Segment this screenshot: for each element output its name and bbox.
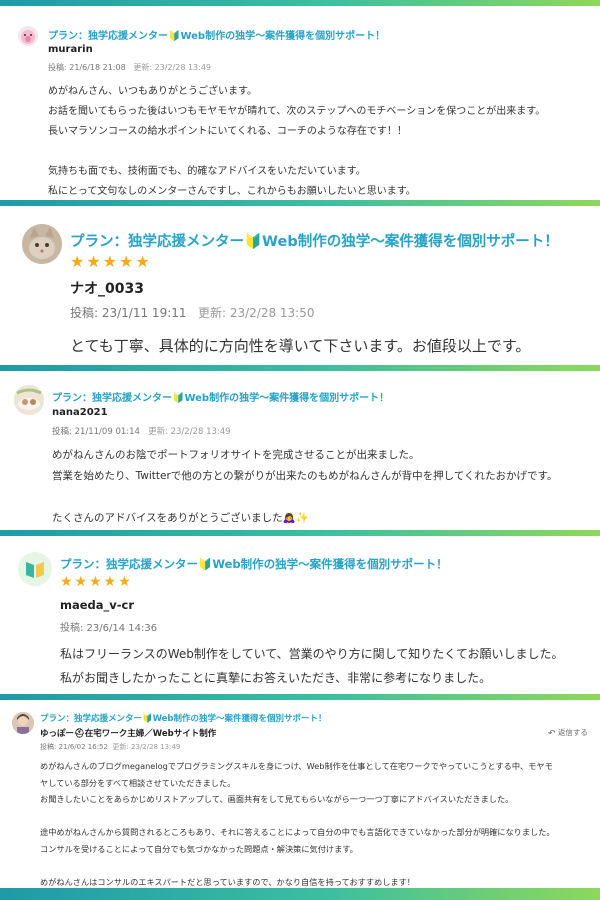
review-text-line: [40, 857, 555, 874]
review-text-line: めがねんさんのお陰でポートフォリオサイトを完成させることが出来ました。: [52, 449, 420, 461]
review-text-line: 私はフリーランスのWeb制作をしていて、営業のやり方に関して知りたくてお願いしま…: [60, 647, 564, 661]
review-text-line: とても丁寧、具体的に方向性を導いて下さいます。お値段以上です。: [70, 337, 531, 355]
review-dates: 投稿: 21/11/09 01:14 更新: 23/2/28 13:49: [52, 427, 231, 437]
reviewer-name[interactable]: ナオ_0033: [70, 278, 144, 298]
photo-avatar-icon: [14, 385, 44, 415]
review-text-line: [48, 142, 545, 162]
plan-name[interactable]: プラン：独学応援メンター🔰Web制作の独学〜案件獲得を個別サポート！: [60, 556, 448, 572]
review-text-line: たくさんのアドバイスをありがとうございました🙇‍♀️✨: [52, 512, 309, 524]
cat-avatar-icon: [22, 224, 62, 264]
reviewer-name[interactable]: ゆっぽー⛑在宅ワーク主婦／Webサイト制作: [40, 727, 216, 739]
reviewer-name[interactable]: murarin: [48, 44, 93, 55]
review-text-line: [52, 487, 557, 508]
review-body: めがねんさん、いつもありがとうございます。 お話を聞いてもらった後はいつもモヤモ…: [48, 82, 545, 200]
divider-bar: [0, 888, 600, 900]
reply-label: 返信する: [557, 728, 588, 737]
review-body: めがねんさんのお陰でポートフォリオサイトを完成させることが出来ました。 営業を始…: [52, 445, 557, 529]
review-text-line: 長いマラソンコースの給水ポイントにいてくれる、コーチのような存在です！！: [48, 126, 407, 137]
woman-avatar-icon: [12, 712, 34, 734]
review-text-line: 気持ちも面でも、技術面でも、的確なアドバイスをいただいています。: [48, 166, 366, 177]
book-avatar-icon: [18, 552, 52, 586]
reviewer-name[interactable]: nana2021: [52, 407, 108, 418]
review-dates: 投稿: 21/6/02 16:52 更新: 23/2/28 13:49: [40, 743, 181, 751]
review-text-line: 営業を始めたり、Twitterで他の方との繋がりが出来たのもめがねんさんが背中を…: [52, 470, 558, 482]
review-text-line: めがねんさんはコンサルのエキスパートだと思っていますので、かなり自信を持っておす…: [40, 876, 415, 887]
review-dates: 投稿: 23/1/11 19:11 更新: 23/2/28 13:50: [70, 306, 315, 320]
review-text-line: めがねんさんのブログmeganelogでプログラミングスキルを身につけ、Web制…: [40, 761, 553, 771]
star-rating: ★★★★★: [60, 574, 133, 590]
reply-icon: ↶: [548, 729, 556, 739]
review-text-line: めがねんさん、いつもありがとうございます。: [48, 86, 257, 97]
review-body: 私はフリーランスのWeb制作をしていて、営業のやり方に関して知りたくてお願いしま…: [60, 642, 564, 690]
reply-button[interactable]: ↶ 返信する: [548, 727, 588, 739]
plan-name[interactable]: プラン：独学応援メンター🔰Web制作の独学〜案件獲得を個別サポート！: [52, 389, 389, 404]
star-rating: ★★★★★: [70, 252, 152, 271]
review-card: プラン：独学応援メンター🔰Web制作の独学〜案件獲得を個別サポート！ ゆっぽー⛑…: [0, 700, 600, 888]
review-card: プラン：独学応援メンター🔰Web制作の独学〜案件獲得を個別サポート！ ★★★★★…: [0, 536, 600, 694]
plan-name[interactable]: プラン：独学応援メンター🔰Web制作の独学〜案件獲得を個別サポート！: [48, 27, 385, 42]
review-text-line: コンサルを受けることによって自分でも気づかなかった問題点・解決策に気付けます。: [40, 843, 358, 854]
review-text-line: 私にとって文句なしのメンターさんですし、これからもお願いしたいと思います。: [48, 186, 416, 197]
review-card: プラン：独学応援メンター🔰Web制作の独学〜案件獲得を個別サポート！ nana2…: [0, 371, 600, 530]
review-text-line: ヤしている部分をすべて相談させていただきました。: [40, 777, 236, 788]
review-body: とても丁寧、具体的に方向性を導いて下さいます。お値段以上です。: [70, 334, 530, 358]
plan-name[interactable]: プラン：独学応援メンター🔰Web制作の独学〜案件獲得を個別サポート！: [70, 230, 559, 251]
review-text-line: [40, 808, 555, 825]
review-text-line: お話を聞いてもらった後はいつもモヤモヤが晴れて、次のステップへのモチベーションを…: [48, 106, 546, 117]
reviewer-name[interactable]: maeda_v-cr: [60, 598, 134, 612]
review-text-line: 私がお聞きしたかったことに真摯にお答えいただき、非常に参考になりました。: [60, 671, 492, 685]
plan-name[interactable]: プラン：独学応援メンター🔰Web制作の独学〜案件獲得を個別サポート！: [40, 712, 327, 724]
review-dates: 投稿: 23/6/14 14:36: [60, 623, 158, 634]
pig-avatar-icon: [18, 26, 38, 46]
review-text-line: お聞きしたいことをあらかじめリストアップして、画面共有をして見てもらいながら一つ…: [40, 794, 514, 804]
review-text-line: 途中めがねんさんから質問されるところもあり、それに答えることによって自分の中でも…: [40, 827, 555, 837]
review-body: めがねんさんのブログmeganelogでプログラミングスキルを身につけ、Web制…: [40, 758, 555, 888]
review-card: プラン：独学応援メンター🔰Web制作の独学〜案件獲得を個別サポート！ murar…: [0, 6, 600, 200]
review-dates: 投稿: 21/6/18 21:08 更新: 23/2/28 13:49: [48, 63, 212, 72]
review-card: プラン：独学応援メンター🔰Web制作の独学〜案件獲得を個別サポート！ ★★★★★…: [0, 206, 600, 365]
